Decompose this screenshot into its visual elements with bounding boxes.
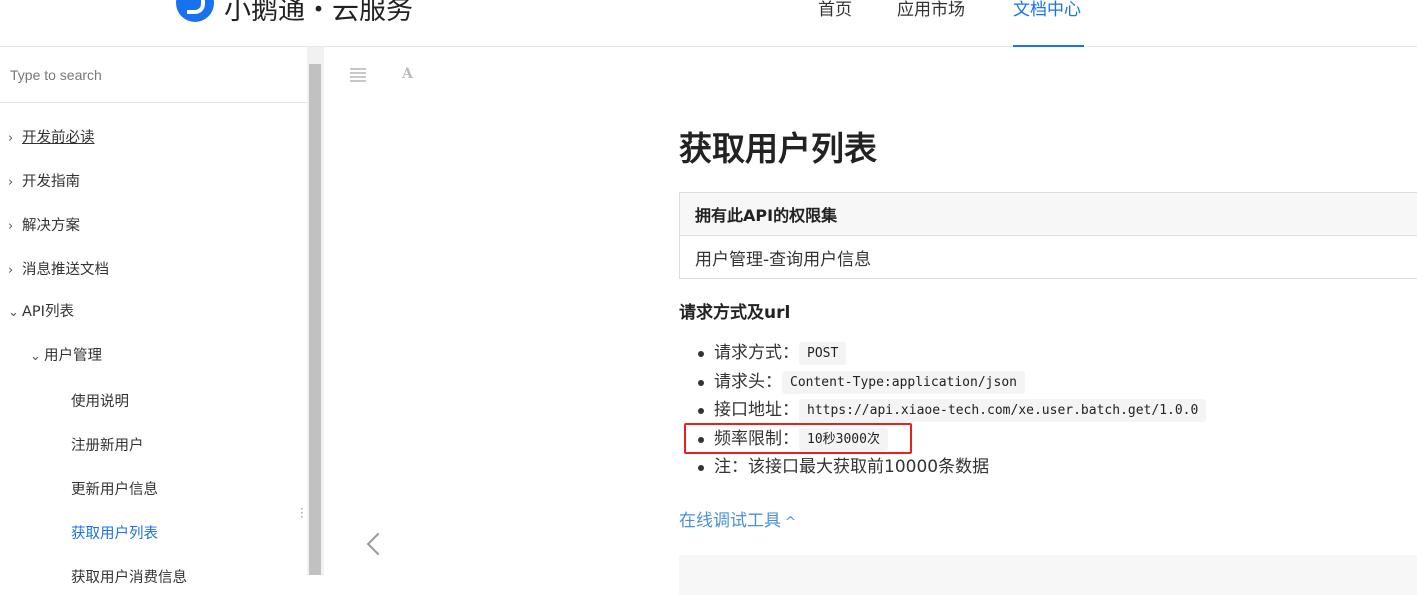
- sidebar-item-user-management[interactable]: ⌄用户管理: [30, 344, 102, 365]
- sidebar-item-label: API列表: [22, 304, 74, 320]
- sidebar: ›开发前必读 ›开发指南 ›解决方案 ›消息推送文档 ⌄API列表 ⌄用户管理 …: [0, 47, 324, 575]
- page-title: 获取用户列表: [679, 122, 877, 170]
- list-item: 请求方式：POST: [696, 339, 1206, 368]
- sidebar-item-message-push[interactable]: ›消息推送文档: [8, 258, 109, 279]
- online-tool-label: 在线调试工具: [679, 511, 781, 531]
- list-item-label: 请求方式：: [714, 343, 799, 363]
- chevron-left-icon[interactable]: [362, 528, 386, 564]
- sidebar-item-dev-guide[interactable]: ›开发指南: [8, 170, 80, 191]
- inline-code: POST: [799, 342, 846, 365]
- sidebar-item-get-user-list[interactable]: 获取用户列表: [71, 522, 158, 543]
- nav-app-market[interactable]: 应用市场: [897, 0, 965, 20]
- inline-code: https://api.xiaoe-tech.com/xe.user.batch…: [799, 399, 1206, 422]
- nav-docs[interactable]: 文档中心: [1013, 0, 1081, 20]
- sidebar-item-api-list[interactable]: ⌄API列表: [8, 300, 74, 321]
- font-icon[interactable]: A: [402, 66, 413, 82]
- chevron-right-icon: ›: [8, 219, 22, 234]
- sidebar-item-usage[interactable]: 使用说明: [71, 390, 129, 411]
- logo-icon[interactable]: [176, 0, 214, 22]
- sidebar-item-register-user[interactable]: 注册新用户: [71, 434, 144, 455]
- request-info-list: 请求方式：POST 请求头：Content-Type:application/j…: [696, 339, 1206, 482]
- sidebar-item-label: 用户管理: [44, 348, 102, 364]
- nav-active-indicator: [1013, 45, 1084, 47]
- permission-table: 拥有此API的权限集 用户管理-查询用户信息: [679, 192, 1417, 279]
- highlight-annotation: [684, 423, 912, 454]
- table-header: 拥有此API的权限集: [680, 193, 1417, 236]
- sidebar-item-solutions[interactable]: ›解决方案: [8, 214, 80, 235]
- chevron-down-icon: ⌄: [8, 305, 22, 320]
- chevron-down-icon: ⌄: [30, 349, 44, 364]
- inline-code: Content-Type:application/json: [782, 371, 1025, 394]
- sidebar-item-label: 使用说明: [71, 394, 129, 410]
- sidebar-item-label: 获取用户列表: [71, 526, 158, 542]
- list-item: 注：该接口最大获取前10000条数据: [696, 453, 1206, 482]
- list-item-label: 接口地址：: [714, 400, 799, 420]
- list-icon[interactable]: [350, 68, 366, 84]
- table-cell: 用户管理-查询用户信息: [680, 236, 1417, 279]
- chevron-right-icon: ›: [8, 175, 22, 190]
- sidebar-item-dev-must-read[interactable]: ›开发前必读: [8, 126, 95, 147]
- search-input[interactable]: [0, 47, 307, 102]
- sidebar-item-update-user[interactable]: 更新用户信息: [71, 478, 158, 499]
- sidebar-item-label: 更新用户信息: [71, 482, 158, 498]
- sidebar-item-label: 开发前必读: [22, 130, 95, 146]
- sidebar-item-label: 开发指南: [22, 174, 80, 190]
- sidebar-item-get-user-consumption[interactable]: 获取用户消费信息: [71, 566, 187, 587]
- section-title: 请求方式及url: [679, 298, 790, 323]
- top-header: 小鹅通・云服务 首页 应用市场 文档中心: [0, 0, 1417, 47]
- resize-handle-icon[interactable]: ···: [300, 507, 304, 519]
- sidebar-scrollbar-thumb[interactable]: [309, 64, 321, 575]
- sidebar-item-label: 获取用户消费信息: [71, 570, 187, 586]
- list-item-label: 注：该接口最大获取前10000条数据: [714, 457, 989, 477]
- chevron-up-icon: ^: [785, 515, 796, 530]
- debug-tool-panel: [679, 555, 1417, 595]
- list-item: 接口地址：https://api.xiaoe-tech.com/xe.user.…: [696, 396, 1206, 425]
- list-item-label: 请求头：: [714, 372, 782, 392]
- sidebar-item-label: 解决方案: [22, 218, 80, 234]
- sidebar-item-label: 消息推送文档: [22, 262, 109, 278]
- logo-text[interactable]: 小鹅通・云服务: [224, 0, 413, 27]
- chevron-right-icon: ›: [8, 131, 22, 146]
- nav-home[interactable]: 首页: [818, 0, 852, 20]
- online-debug-tool-link[interactable]: 在线调试工具 ^: [679, 506, 796, 531]
- sidebar-item-label: 注册新用户: [71, 438, 144, 454]
- chevron-right-icon: ›: [8, 263, 22, 278]
- search-box: [0, 47, 307, 103]
- list-item: 请求头：Content-Type:application/json: [696, 368, 1206, 397]
